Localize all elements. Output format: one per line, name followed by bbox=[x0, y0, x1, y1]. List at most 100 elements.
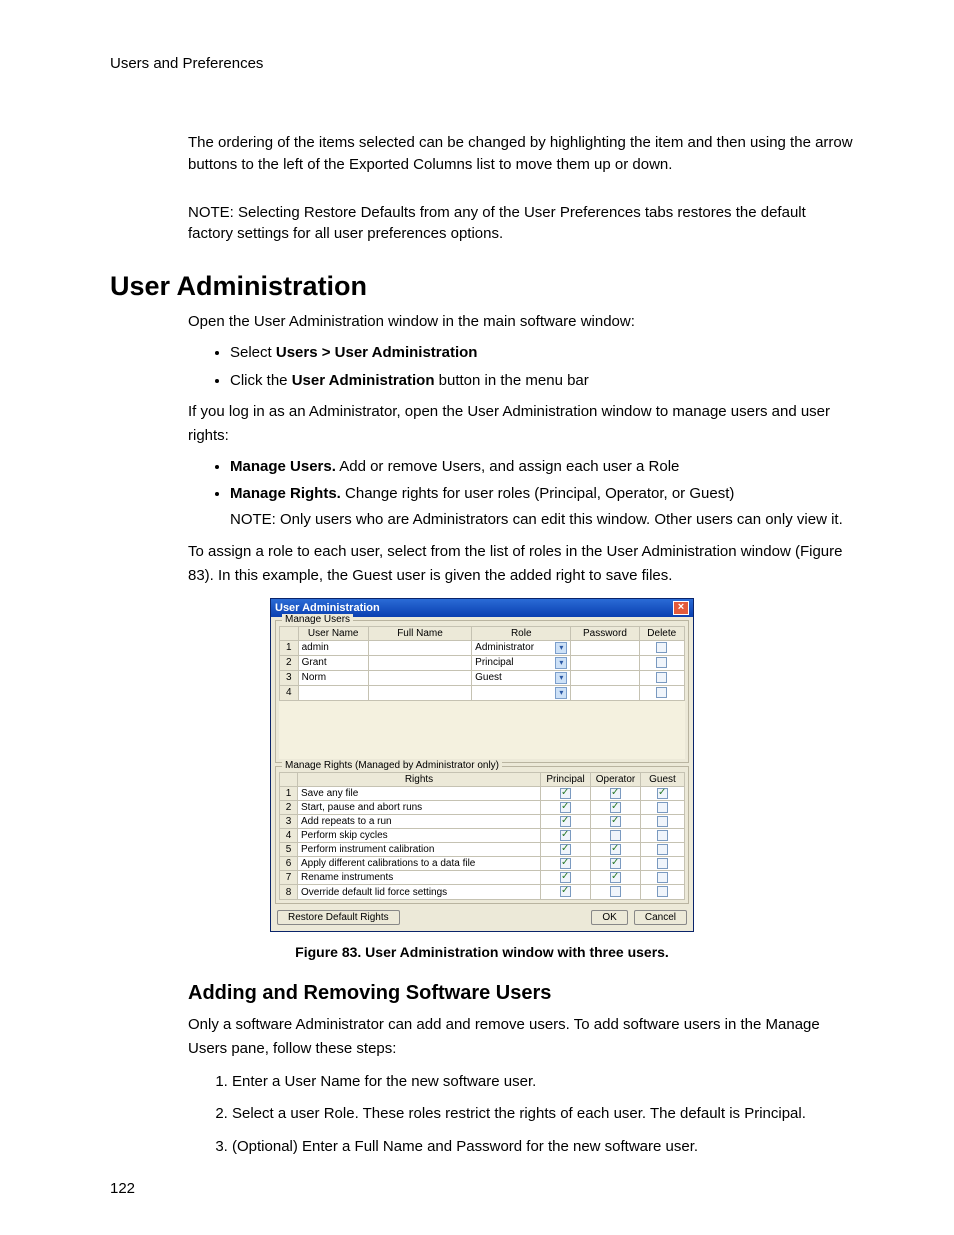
text: Change rights for user roles (Principal,… bbox=[341, 485, 735, 502]
cell-password[interactable] bbox=[571, 670, 639, 685]
cell-role[interactable]: ▾ bbox=[472, 685, 571, 700]
cell-guest[interactable] bbox=[641, 843, 685, 857]
cell-guest[interactable] bbox=[641, 828, 685, 842]
cell-username[interactable] bbox=[298, 685, 368, 700]
checkbox[interactable] bbox=[657, 816, 668, 827]
restore-default-rights-button[interactable]: Restore Default Rights bbox=[277, 910, 400, 925]
checkbox[interactable] bbox=[560, 816, 571, 827]
table-row: 1 admin Administrator▾ bbox=[280, 640, 685, 655]
cell-principal[interactable] bbox=[541, 786, 591, 800]
cell-principal[interactable] bbox=[541, 843, 591, 857]
checkbox[interactable] bbox=[656, 657, 667, 668]
text-bold: Manage Users. bbox=[230, 458, 336, 475]
cell-principal[interactable] bbox=[541, 800, 591, 814]
cell-guest[interactable] bbox=[641, 885, 685, 899]
checkbox[interactable] bbox=[657, 802, 668, 813]
cell-operator[interactable] bbox=[591, 885, 641, 899]
list-item: Click the User Administration button in … bbox=[230, 370, 854, 392]
chevron-down-icon[interactable]: ▾ bbox=[555, 657, 567, 669]
cell-operator[interactable] bbox=[591, 828, 641, 842]
close-icon[interactable]: × bbox=[673, 601, 689, 615]
row-number: 3 bbox=[280, 814, 298, 828]
cell-fullname[interactable] bbox=[368, 685, 471, 700]
chevron-down-icon[interactable]: ▾ bbox=[555, 642, 567, 654]
cell-role[interactable]: Principal ▾ bbox=[472, 655, 571, 670]
cell-principal[interactable] bbox=[541, 857, 591, 871]
table-row: 5Perform instrument calibration bbox=[280, 843, 685, 857]
cell-fullname[interactable] bbox=[368, 655, 471, 670]
cell-operator[interactable] bbox=[591, 871, 641, 885]
table-row: 2Start, pause and abort runs bbox=[280, 800, 685, 814]
checkbox[interactable] bbox=[657, 872, 668, 883]
checkbox[interactable] bbox=[560, 830, 571, 841]
cell-password[interactable] bbox=[571, 685, 639, 700]
cell-username[interactable]: Grant bbox=[298, 655, 368, 670]
cell-principal[interactable] bbox=[541, 814, 591, 828]
list-item: Select Users > User Administration bbox=[230, 342, 854, 364]
cell-delete[interactable] bbox=[639, 685, 684, 700]
cell-delete[interactable] bbox=[639, 670, 684, 685]
users-empty-area bbox=[279, 701, 685, 759]
figure-user-admin-window: User Administration × Manage Users User … bbox=[270, 598, 694, 932]
checkbox[interactable] bbox=[656, 687, 667, 698]
checkbox[interactable] bbox=[657, 886, 668, 897]
checkbox[interactable] bbox=[657, 858, 668, 869]
checkbox[interactable] bbox=[657, 788, 668, 799]
checkbox[interactable] bbox=[610, 858, 621, 869]
checkbox[interactable] bbox=[610, 788, 621, 799]
checkbox[interactable] bbox=[657, 830, 668, 841]
chevron-down-icon[interactable]: ▾ bbox=[555, 672, 567, 684]
text: Add or remove Users, and assign each use… bbox=[336, 458, 680, 475]
cell-guest[interactable] bbox=[641, 871, 685, 885]
row-number: 4 bbox=[280, 685, 299, 700]
ok-button[interactable]: OK bbox=[591, 910, 627, 925]
checkbox[interactable] bbox=[610, 872, 621, 883]
table-row: 2 Grant Principal▾ bbox=[280, 655, 685, 670]
cell-role[interactable]: Guest▾ bbox=[472, 670, 571, 685]
checkbox[interactable] bbox=[610, 844, 621, 855]
cell-operator[interactable] bbox=[591, 857, 641, 871]
text: Select bbox=[230, 344, 276, 361]
cell-guest[interactable] bbox=[641, 800, 685, 814]
checkbox[interactable] bbox=[560, 872, 571, 883]
cell-fullname[interactable] bbox=[368, 670, 471, 685]
text: button in the menu bar bbox=[435, 372, 589, 389]
cell-role[interactable]: Administrator▾ bbox=[472, 640, 571, 655]
checkbox[interactable] bbox=[610, 830, 621, 841]
cell-principal[interactable] bbox=[541, 871, 591, 885]
checkbox[interactable] bbox=[656, 642, 667, 653]
cell-guest[interactable] bbox=[641, 786, 685, 800]
checkbox[interactable] bbox=[560, 788, 571, 799]
cell-principal[interactable] bbox=[541, 885, 591, 899]
cell-username[interactable]: Norm bbox=[298, 670, 368, 685]
cell-operator[interactable] bbox=[591, 786, 641, 800]
checkbox[interactable] bbox=[610, 802, 621, 813]
checkbox[interactable] bbox=[560, 886, 571, 897]
cell-username[interactable]: admin bbox=[298, 640, 368, 655]
checkbox[interactable] bbox=[560, 858, 571, 869]
table-rights: Rights Principal Operator Guest 1Save an… bbox=[279, 772, 685, 900]
table-row: 7Rename instruments bbox=[280, 871, 685, 885]
checkbox[interactable] bbox=[610, 886, 621, 897]
cell-password[interactable] bbox=[571, 640, 639, 655]
cell-delete[interactable] bbox=[639, 640, 684, 655]
cell-operator[interactable] bbox=[591, 814, 641, 828]
cell-operator[interactable] bbox=[591, 843, 641, 857]
checkbox[interactable] bbox=[560, 844, 571, 855]
cell-delete[interactable] bbox=[639, 655, 684, 670]
cell-operator[interactable] bbox=[591, 800, 641, 814]
cell-password[interactable] bbox=[571, 655, 639, 670]
text-bold: Users > User Administration bbox=[276, 344, 478, 361]
role-value: Principal bbox=[475, 657, 513, 668]
cell-fullname[interactable] bbox=[368, 640, 471, 655]
cell-guest[interactable] bbox=[641, 814, 685, 828]
checkbox[interactable] bbox=[657, 844, 668, 855]
chevron-down-icon[interactable]: ▾ bbox=[555, 687, 567, 699]
cell-guest[interactable] bbox=[641, 857, 685, 871]
checkbox[interactable] bbox=[656, 672, 667, 683]
cancel-button[interactable]: Cancel bbox=[634, 910, 687, 925]
cell-principal[interactable] bbox=[541, 828, 591, 842]
checkbox[interactable] bbox=[610, 816, 621, 827]
checkbox[interactable] bbox=[560, 802, 571, 813]
cell-right: Start, pause and abort runs bbox=[298, 800, 541, 814]
